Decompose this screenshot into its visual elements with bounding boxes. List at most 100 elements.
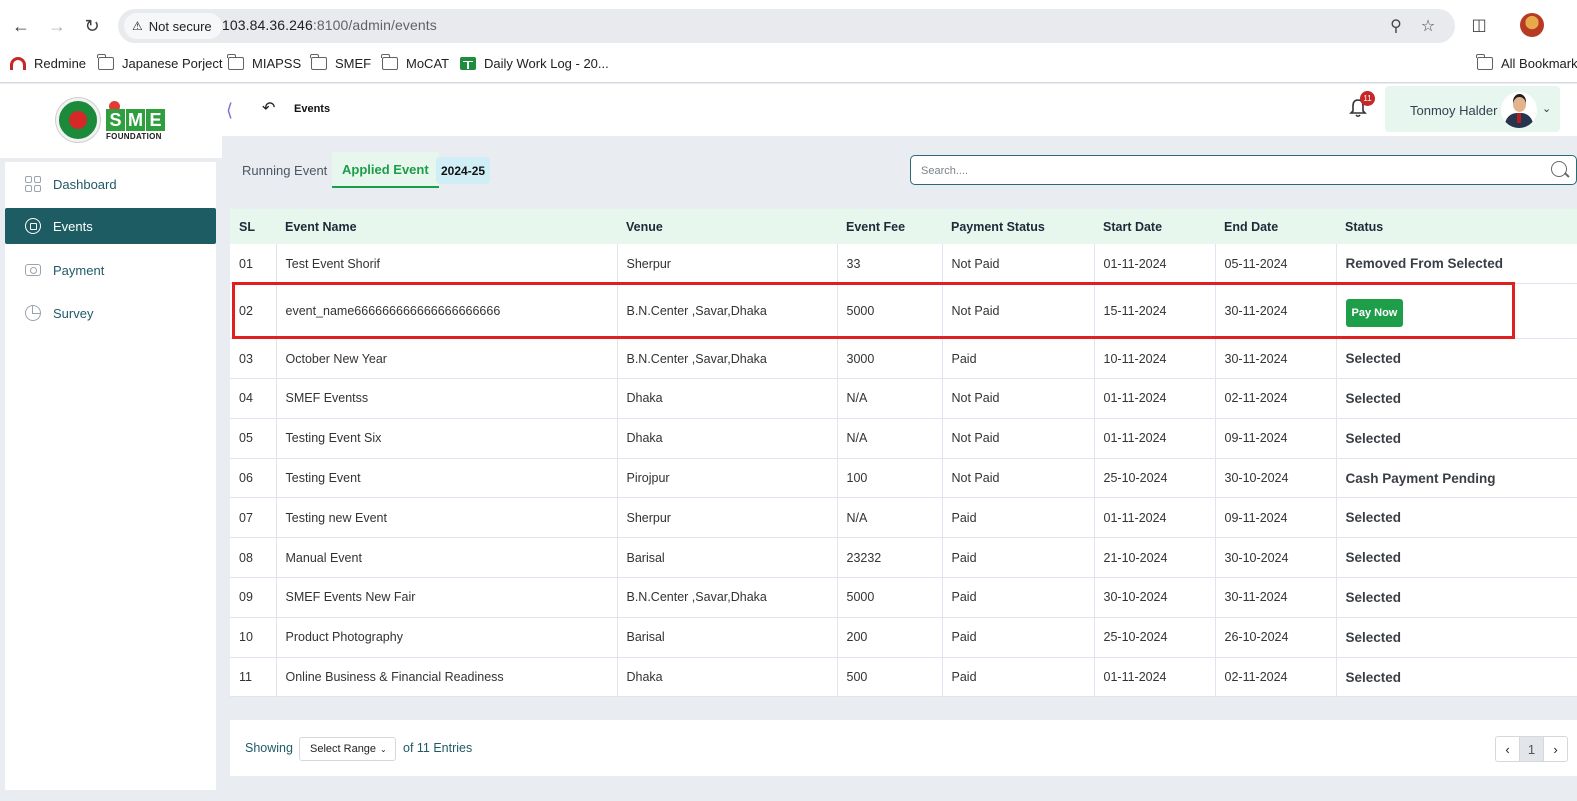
bookmark-daily-work-log[interactable]: Daily Work Log - 20... bbox=[460, 50, 609, 76]
sidebar-item-payment[interactable]: Payment bbox=[5, 252, 216, 288]
tab-applied-event[interactable]: Applied Event bbox=[332, 152, 439, 188]
sidebar-item-label: Dashboard bbox=[53, 176, 117, 192]
prev-page-button[interactable]: ‹ bbox=[1496, 737, 1519, 761]
table-cell: Dhaka bbox=[617, 378, 838, 419]
range-select[interactable]: Select Range ⌄ bbox=[299, 737, 396, 761]
table-cell: 11 bbox=[230, 657, 277, 697]
table-cell: 09 bbox=[230, 577, 277, 618]
table-cell: 5000 bbox=[837, 577, 943, 618]
payment-icon bbox=[25, 264, 41, 276]
back-icon[interactable]: ← bbox=[8, 13, 34, 39]
table-cell: 07 bbox=[230, 497, 277, 538]
profile-avatar[interactable] bbox=[1520, 13, 1544, 37]
table-cell: Selected bbox=[1345, 589, 1402, 605]
government-emblem bbox=[56, 98, 100, 142]
page-number[interactable]: 1 bbox=[1519, 737, 1544, 761]
pay-now-button[interactable]: Pay Now bbox=[1345, 299, 1404, 328]
table-cell: 10 bbox=[230, 617, 277, 658]
table-cell: B.N.Center ,Savar,Dhaka bbox=[617, 338, 838, 379]
events-icon bbox=[25, 218, 41, 234]
table-cell: 3000 bbox=[837, 338, 943, 379]
bookmark-japanese-porject[interactable]: Japanese Porject bbox=[97, 50, 222, 76]
table-cell: 21-10-2024 bbox=[1094, 537, 1216, 578]
bookmarks-bar: Redmine Japanese Porject MIAPSS SMEF MoC… bbox=[0, 50, 1577, 76]
table-cell: 23232 bbox=[837, 537, 943, 578]
user-name: Tonmoy Halder bbox=[1410, 103, 1498, 118]
table-cell: Dhaka bbox=[617, 418, 838, 459]
bookmark-mocat[interactable]: MoCAT bbox=[381, 50, 450, 76]
sidebar-collapse-icon[interactable]: ⟨ bbox=[226, 100, 233, 121]
address-bar[interactable]: ⚠ Not secure 103.84.36.246:8100/admin/ev… bbox=[118, 9, 1455, 43]
table-cell: 30-11-2024 bbox=[1215, 577, 1337, 618]
table-cell: Not Paid bbox=[942, 418, 1095, 459]
table-cell: N/A bbox=[837, 378, 943, 419]
sidebar-item-survey[interactable]: Survey bbox=[5, 295, 216, 331]
folder-icon bbox=[1476, 53, 1493, 70]
table-cell: Paid bbox=[942, 497, 1095, 538]
table-row: 06 Testing Event Pirojpur 100 Not Paid 25-10-… bbox=[230, 458, 1577, 498]
folder-icon bbox=[310, 53, 327, 70]
forward-icon[interactable]: → bbox=[44, 13, 70, 39]
table-cell: Paid bbox=[942, 657, 1095, 697]
table-cell: Paid bbox=[942, 617, 1095, 658]
reload-icon[interactable]: ↻ bbox=[79, 13, 105, 39]
star-icon[interactable]: ☆ bbox=[1417, 15, 1439, 37]
table-cell: Paid bbox=[942, 537, 1095, 578]
sidebar-item-label: Survey bbox=[53, 305, 94, 321]
table-cell: 25-10-2024 bbox=[1094, 458, 1216, 498]
table-cell: 02-11-2024 bbox=[1215, 657, 1337, 697]
table-cell: Sherpur bbox=[617, 244, 838, 284]
next-page-button[interactable]: › bbox=[1544, 737, 1567, 761]
sidebar-item-events[interactable]: Events bbox=[5, 208, 216, 244]
zoom-icon[interactable]: ⚲ bbox=[1385, 15, 1407, 37]
table-cell: Removed From Selected bbox=[1345, 256, 1504, 272]
folder-icon bbox=[97, 53, 114, 70]
logo[interactable]: S M E FOUNDATION bbox=[0, 84, 222, 158]
url-text[interactable]: 103.84.36.246:8100/admin/events bbox=[222, 17, 437, 33]
bookmark-redmine[interactable]: Redmine bbox=[10, 50, 86, 76]
table-cell: Selected bbox=[1345, 669, 1402, 685]
column-header: Venue bbox=[626, 219, 663, 234]
column-header: Start Date bbox=[1103, 219, 1163, 234]
security-chip[interactable]: ⚠ Not secure bbox=[124, 13, 222, 39]
bookmark-label: Redmine bbox=[34, 55, 87, 71]
notification-badge: 11 bbox=[1360, 91, 1375, 106]
bookmark-all-bookmarks[interactable]: All Bookmark bbox=[1476, 50, 1577, 76]
dashboard-icon bbox=[25, 176, 41, 192]
back-arrow-icon[interactable]: ↶ bbox=[262, 98, 275, 118]
table-cell: 15-11-2024 bbox=[1094, 283, 1216, 339]
chevron-down-icon[interactable]: ⌄ bbox=[1542, 102, 1551, 115]
logo-letter: S bbox=[106, 109, 125, 131]
table-cell: 30-10-2024 bbox=[1215, 458, 1337, 498]
browser-toolbar: ← → ↻ ⚠ Not secure 103.84.36.246:8100/ad… bbox=[0, 0, 1577, 83]
search-field[interactable] bbox=[910, 155, 1577, 185]
search-icon[interactable] bbox=[1551, 161, 1567, 177]
user-menu[interactable]: Tonmoy Halder ⌄ bbox=[1385, 86, 1560, 132]
table-cell: 09-11-2024 bbox=[1215, 418, 1337, 459]
table-header-row: SL Event Name Venue Event Fee Payment St… bbox=[230, 209, 1577, 244]
table-cell: 33 bbox=[837, 244, 943, 284]
sidebar-item-label: Events bbox=[53, 218, 93, 234]
tab-running-event[interactable]: Running Event bbox=[232, 152, 337, 188]
sidebar-item-dashboard[interactable]: Dashboard bbox=[5, 166, 216, 202]
table-cell: 06 bbox=[230, 458, 277, 498]
column-header: Payment Status bbox=[951, 219, 1045, 234]
tab-year-filter[interactable]: 2024-25 bbox=[436, 157, 491, 184]
logo-wordmark: S M E bbox=[106, 109, 165, 131]
showing-label: Showing bbox=[245, 741, 293, 755]
pagination: ‹ 1 › bbox=[1495, 736, 1568, 762]
extensions-icon[interactable]: ◫ bbox=[1468, 14, 1490, 36]
table-cell: 02 bbox=[230, 283, 277, 339]
logo-subtitle: FOUNDATION bbox=[106, 132, 162, 141]
bookmark-label: MoCAT bbox=[406, 55, 450, 71]
table-cell: Pirojpur bbox=[617, 458, 838, 498]
bookmark-label: SMEF bbox=[335, 55, 372, 71]
table-row: 02 event_name666666666666666666666 B.N.Cen… bbox=[230, 283, 1577, 339]
search-input[interactable] bbox=[921, 162, 1521, 179]
url-host: 103.84.36.246 bbox=[222, 17, 313, 33]
table-cell: 100 bbox=[837, 458, 943, 498]
bookmark-smef[interactable]: SMEF bbox=[310, 50, 372, 76]
entries-count: of 11 Entries bbox=[403, 741, 473, 755]
table-row: 03 October New Year B.N.Center ,Savar,Dhak… bbox=[230, 338, 1577, 379]
bookmark-miapss[interactable]: MIAPSS bbox=[227, 50, 301, 76]
